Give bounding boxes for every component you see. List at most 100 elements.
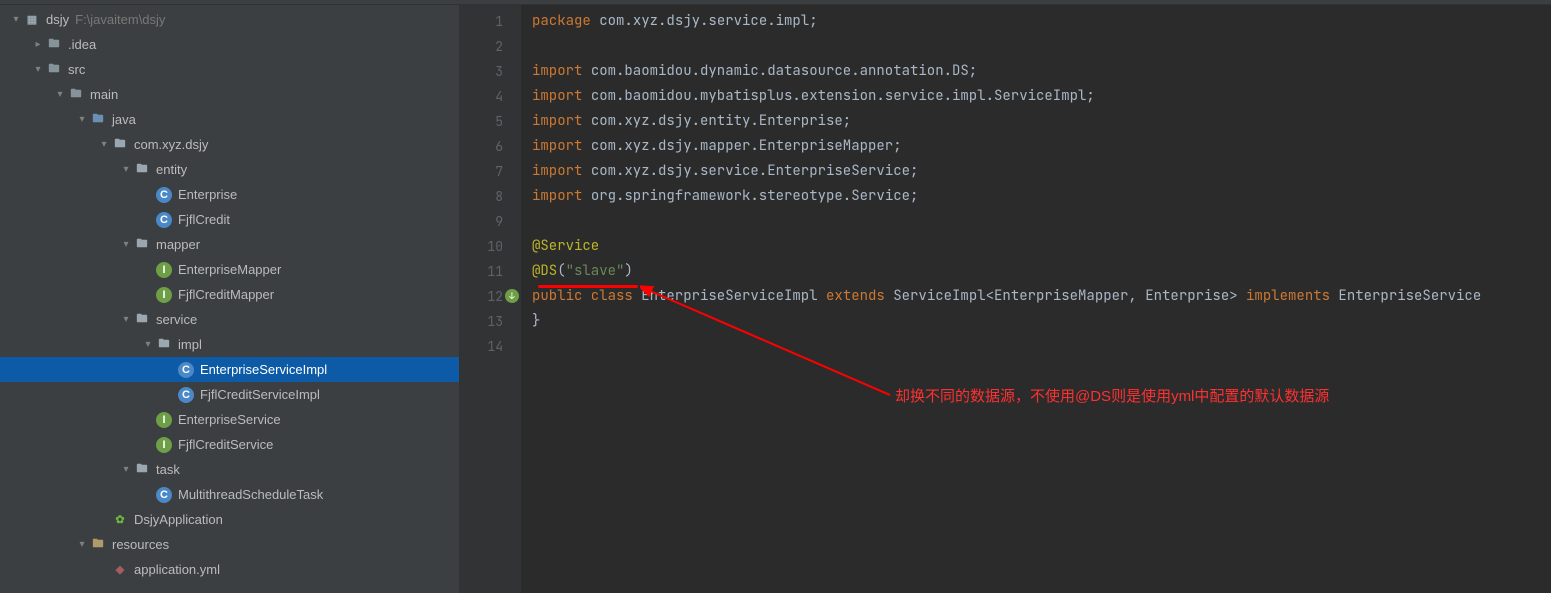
gutter-line: 14 — [460, 334, 521, 359]
expand-arrow-icon[interactable]: ▾ — [52, 89, 68, 100]
gutter-line: 3 — [460, 59, 521, 84]
tree-item[interactable]: ▾🖿 mapper — [0, 232, 459, 257]
gutter-line: 8 — [460, 184, 521, 209]
folder-icon: 🖿 — [46, 37, 62, 53]
tree-item[interactable]: ▾🖿task — [0, 457, 459, 482]
gutter-line: 13 — [460, 309, 521, 334]
gutter-line: 4 — [460, 84, 521, 109]
tree-item-label: com.xyz.dsjy — [134, 137, 208, 152]
tree-item-label: impl — [178, 337, 202, 352]
folder-icon: 🖿 — [68, 87, 84, 103]
tree-item[interactable]: ▾🖿 impl — [0, 332, 459, 357]
expand-arrow-icon[interactable]: ▾ — [74, 539, 90, 550]
gutter-line: 6 — [460, 134, 521, 159]
expand-arrow-icon[interactable]: ▾ — [96, 139, 112, 150]
tree-item[interactable]: ✿DsjyApplication — [0, 507, 459, 532]
code-line[interactable] — [532, 334, 1551, 359]
code-line[interactable]: @DS("slave") — [532, 259, 1551, 284]
tree-item[interactable]: I EnterpriseService — [0, 407, 459, 432]
tree-item[interactable]: ▾🖿service — [0, 307, 459, 332]
class-icon: C — [156, 487, 172, 503]
tree-item[interactable]: IEnterpriseMapper — [0, 257, 459, 282]
tree-item[interactable]: ▾🖿 entity — [0, 157, 459, 182]
tree-item-label: java — [112, 112, 136, 127]
expand-arrow-icon[interactable]: ▾ — [140, 339, 156, 350]
package-icon: 🖿 — [134, 462, 150, 478]
implement-gutter-icon[interactable]: ↓ — [505, 289, 519, 303]
folder-icon: 🖿 — [46, 62, 62, 78]
code-line[interactable]: import org.springframework.stereotype.Se… — [532, 184, 1551, 209]
code-line[interactable]: } — [532, 309, 1551, 334]
tree-item[interactable]: ▾🖿 java — [0, 107, 459, 132]
path-label: F:\javaitem\dsjy — [75, 12, 165, 27]
code-line[interactable]: @Service — [532, 234, 1551, 259]
code-line[interactable]: package com.xyz.dsjy.service.impl; — [532, 9, 1551, 34]
tree-item[interactable]: ▾🖿com.xyz.dsjy — [0, 132, 459, 157]
tree-item-label: mapper — [156, 237, 200, 252]
class-icon: C — [178, 387, 194, 403]
tree-item[interactable]: ▾▦ dsjy F:\javaitem\dsjy — [0, 7, 459, 32]
tree-item-label: FjflCreditService — [178, 437, 273, 452]
gutter-line: 7 — [460, 159, 521, 184]
expand-arrow-icon[interactable]: ▾ — [8, 14, 24, 25]
source-folder-icon: 🖿 — [90, 112, 106, 128]
resource-folder-icon: 🖿 — [90, 537, 106, 553]
code-line[interactable]: import com.xyz.dsjy.service.EnterpriseSe… — [532, 159, 1551, 184]
tree-item-label: FjflCreditMapper — [178, 287, 274, 302]
code-area[interactable]: package com.xyz.dsjy.service.impl; import… — [522, 5, 1551, 593]
tree-item-label: dsjy — [46, 12, 69, 27]
code-editor[interactable]: 123456789101112↓1314 package com.xyz.dsj… — [460, 5, 1551, 593]
package-icon: 🖿 — [134, 162, 150, 178]
expand-arrow-icon[interactable]: ▾ — [118, 239, 134, 250]
interface-icon: I — [156, 412, 172, 428]
tree-item[interactable]: ▾🖿 resources — [0, 532, 459, 557]
expand-arrow-icon[interactable]: ▾ — [30, 64, 46, 75]
tree-item-label: resources — [112, 537, 169, 552]
package-icon: 🖿 — [156, 337, 172, 353]
tree-item[interactable]: ▸🖿 .idea — [0, 32, 459, 57]
tree-item[interactable]: I FjflCreditMapper — [0, 282, 459, 307]
tree-item[interactable]: C MultithreadScheduleTask — [0, 482, 459, 507]
code-line[interactable]: import com.xyz.dsjy.mapper.EnterpriseMap… — [532, 134, 1551, 159]
code-line[interactable] — [532, 209, 1551, 234]
tree-item-label: EnterpriseService — [178, 412, 281, 427]
gutter-line: 1 — [460, 9, 521, 34]
code-line[interactable]: import com.baomidou.mybatisplus.extensio… — [532, 84, 1551, 109]
gutter-line: 10 — [460, 234, 521, 259]
tree-item[interactable]: CFjflCreditServiceImpl — [0, 382, 459, 407]
tree-item[interactable]: C FjflCredit — [0, 207, 459, 232]
class-icon: C — [156, 212, 172, 228]
expand-arrow-icon[interactable]: ▾ — [118, 464, 134, 475]
tree-item-label: FjflCredit — [178, 212, 230, 227]
tree-item[interactable]: CEnterpriseServiceImpl — [0, 357, 459, 382]
expand-arrow-icon[interactable]: ▾ — [118, 314, 134, 325]
tree-item-label: MultithreadScheduleTask — [178, 487, 323, 502]
tree-item[interactable]: ▾🖿 src — [0, 57, 459, 82]
code-line[interactable]: import com.baomidou.dynamic.datasource.a… — [532, 59, 1551, 84]
expand-arrow-icon[interactable]: ▾ — [118, 164, 134, 175]
code-line[interactable]: public class EnterpriseServiceImpl exten… — [532, 284, 1551, 309]
tree-item[interactable]: CEnterprise — [0, 182, 459, 207]
tree-item[interactable]: ◆application.yml — [0, 557, 459, 582]
expand-arrow-icon[interactable]: ▾ — [74, 114, 90, 125]
package-icon: 🖿 — [134, 237, 150, 253]
module-icon: ▦ — [24, 12, 40, 28]
interface-icon: I — [156, 287, 172, 303]
expand-arrow-icon[interactable]: ▸ — [30, 39, 46, 50]
tree-item-label: .idea — [68, 37, 96, 52]
project-tree-panel[interactable]: ▾▦dsjyF:\javaitem\dsjy▸🖿.idea▾🖿src▾🖿main… — [0, 5, 460, 593]
gutter-line: 12↓ — [460, 284, 521, 309]
class-icon: C — [156, 187, 172, 203]
gutter-line: 5 — [460, 109, 521, 134]
code-line[interactable]: import com.xyz.dsjy.entity.Enterprise; — [532, 109, 1551, 134]
tree-item-label: src — [68, 62, 85, 77]
tree-item[interactable]: IFjflCreditService — [0, 432, 459, 457]
project-tree[interactable]: ▾▦dsjyF:\javaitem\dsjy▸🖿.idea▾🖿src▾🖿main… — [0, 5, 459, 584]
tree-item-label: application.yml — [134, 562, 220, 577]
tree-item-label: entity — [156, 162, 187, 177]
tree-item[interactable]: ▾🖿 main — [0, 82, 459, 107]
code-line[interactable] — [532, 34, 1551, 59]
tree-item-label: main — [90, 87, 118, 102]
gutter-line: 11 — [460, 259, 521, 284]
tree-item-label: service — [156, 312, 197, 327]
